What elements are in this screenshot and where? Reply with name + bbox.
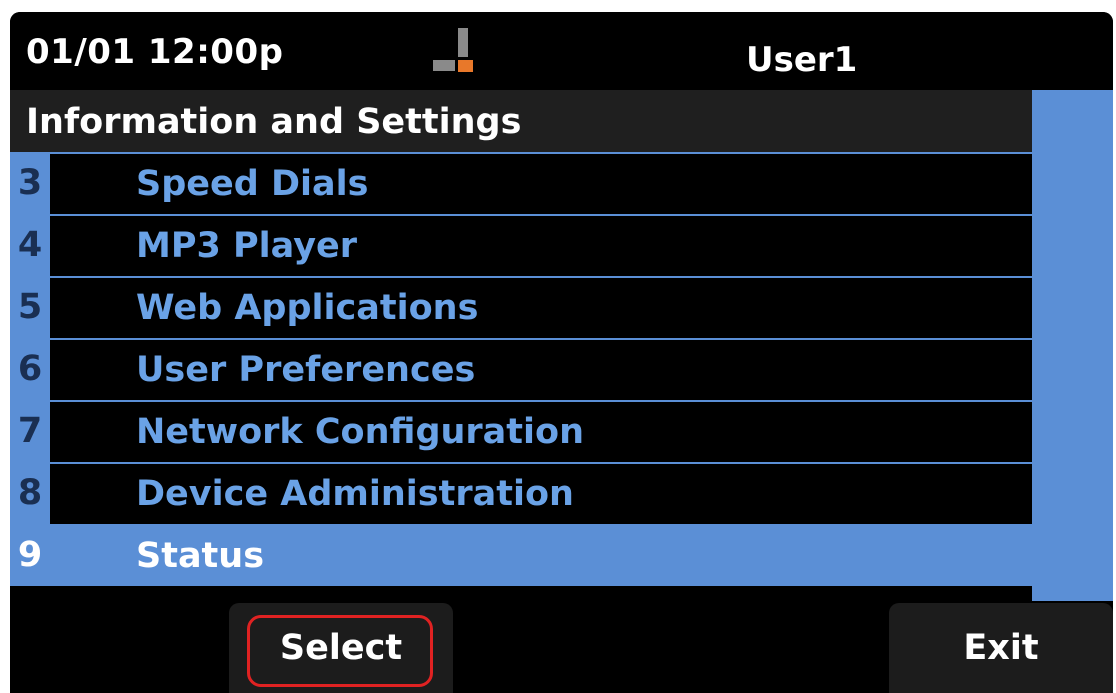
line-icon-tall-bar — [458, 28, 468, 57]
menu-item-mp3-player[interactable]: 4 MP3 Player — [10, 214, 1032, 276]
menu-item-status[interactable]: 9 Status — [10, 524, 1032, 586]
softkey-bar: Select Exit — [10, 601, 1113, 693]
menu-item-number: 9 — [10, 526, 50, 586]
menu-item-number: 8 — [10, 464, 50, 524]
menu-item-label: Network Configuration — [136, 412, 584, 452]
exit-softkey[interactable]: Exit — [889, 603, 1113, 693]
menu-title-bar: Information and Settings — [10, 90, 1032, 152]
menu-item-network-configuration[interactable]: 7 Network Configuration — [10, 400, 1032, 462]
status-bar: 01/01 12:00p User1 — [10, 12, 1113, 90]
line-icon-base-bar — [433, 60, 455, 71]
menu-item-web-applications[interactable]: 5 Web Applications — [10, 276, 1032, 338]
menu-item-label: Status — [136, 536, 265, 576]
menu-item-label: Web Applications — [136, 288, 479, 328]
menu-item-user-preferences[interactable]: 6 User Preferences — [10, 338, 1032, 400]
exit-softkey-label: Exit — [963, 628, 1039, 668]
menu-item-number: 7 — [10, 402, 50, 462]
select-softkey-label: Select — [279, 628, 403, 668]
menu-item-label: Device Administration — [136, 474, 574, 514]
user-name: User1 — [746, 40, 858, 80]
menu-item-label: User Preferences — [136, 350, 476, 390]
menu-item-number: 6 — [10, 340, 50, 400]
menu-item-speed-dials[interactable]: 3 Speed Dials — [10, 152, 1032, 214]
menu-item-number: 5 — [10, 278, 50, 338]
menu-item-number: 3 — [10, 154, 50, 214]
select-softkey[interactable]: Select — [229, 603, 453, 693]
scrollbar[interactable] — [1032, 90, 1113, 601]
phone-screen: 01/01 12:00p User1 Information and Setti… — [10, 12, 1113, 693]
menu-item-number: 4 — [10, 216, 50, 276]
page-title: Information and Settings — [26, 102, 522, 142]
menu-item-device-administration[interactable]: 8 Device Administration — [10, 462, 1032, 524]
settings-menu: 3 Speed Dials 4 MP3 Player 5 Web Applica… — [10, 152, 1032, 586]
menu-item-label: MP3 Player — [136, 226, 358, 266]
line-icon-active-indicator — [458, 60, 473, 72]
menu-item-label: Speed Dials — [136, 164, 369, 204]
date-time: 01/01 12:00p — [26, 32, 284, 72]
line-status-icon — [433, 28, 479, 74]
